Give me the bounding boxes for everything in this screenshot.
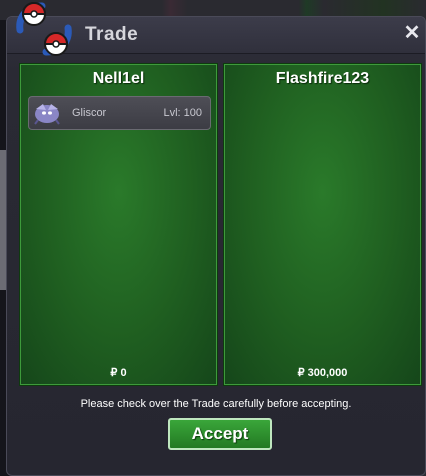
close-icon[interactable]: ✕ — [401, 22, 423, 44]
accept-button[interactable]: Accept — [168, 418, 272, 450]
money-offer-left: ₽ 0 — [110, 367, 127, 379]
player-name-left: Nell1el — [92, 70, 145, 87]
trade-notice-text: Please check over the Trade carefully be… — [80, 398, 352, 410]
pokemon-level: Lvl: 100 — [163, 107, 202, 119]
player-offer-panel-right: Flashfire123 ₽ 300,000 — [223, 63, 422, 386]
player-name-right: Flashfire123 — [275, 70, 370, 87]
offered-pokemon-card[interactable]: Gliscor Lvl: 100 — [28, 96, 211, 130]
game-screen: Trade ✕ Nell1el Gliscor Lvl: 100 ₽ 0 Fla… — [0, 0, 426, 476]
trade-window: Trade ✕ Nell1el Gliscor Lvl: 100 ₽ 0 Fla… — [6, 16, 426, 476]
money-offer-right: ₽ 300,000 — [297, 367, 348, 379]
pokemon-name: Gliscor — [72, 107, 107, 119]
trade-pokeball-logo-icon — [16, 2, 72, 56]
window-title: Trade — [85, 24, 139, 45]
player-offer-panel-left: Nell1el Gliscor Lvl: 100 ₽ 0 — [19, 63, 218, 386]
pokemon-sprite-icon — [34, 104, 60, 125]
